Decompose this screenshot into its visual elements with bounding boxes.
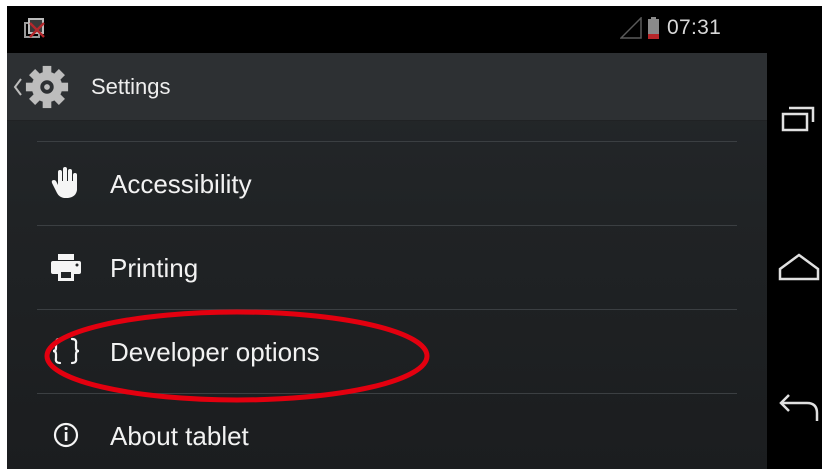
- list-item-about-tablet[interactable]: About tablet: [37, 393, 737, 469]
- list-item-label: Accessibility: [110, 169, 252, 199]
- list-item-developer-options[interactable]: Developer options: [37, 309, 737, 393]
- info-icon: [53, 422, 79, 448]
- settings-gear-icon[interactable]: [24, 64, 70, 110]
- signal-icon: [620, 17, 642, 39]
- back-icon[interactable]: [775, 387, 821, 433]
- recent-apps-icon[interactable]: [775, 96, 821, 142]
- printer-icon: [51, 254, 81, 281]
- back-caret-icon[interactable]: [13, 77, 23, 97]
- braces-icon: [52, 337, 80, 365]
- status-bar: 07:31: [7, 6, 767, 53]
- status-time: 07:31: [667, 16, 722, 39]
- list-item-label: Developer options: [110, 337, 320, 367]
- list-item-label: Printing: [110, 253, 199, 283]
- home-icon[interactable]: [775, 243, 821, 289]
- list-item-printing[interactable]: Printing: [37, 225, 737, 309]
- settings-screen: 07:31 Settings Accessibility Printing De…: [7, 6, 767, 469]
- tablet-screen: 07:31 Settings Accessibility Printing De…: [7, 6, 822, 469]
- navigation-bar: [767, 6, 822, 469]
- action-bar: Settings: [7, 53, 767, 121]
- list-item-accessibility[interactable]: Accessibility: [37, 141, 737, 225]
- battery-icon: [648, 17, 659, 39]
- hand-icon: [51, 167, 77, 198]
- screenshot-notification-icon: [24, 18, 45, 38]
- page-title: Settings: [91, 74, 171, 99]
- list-item-label: About tablet: [110, 421, 249, 451]
